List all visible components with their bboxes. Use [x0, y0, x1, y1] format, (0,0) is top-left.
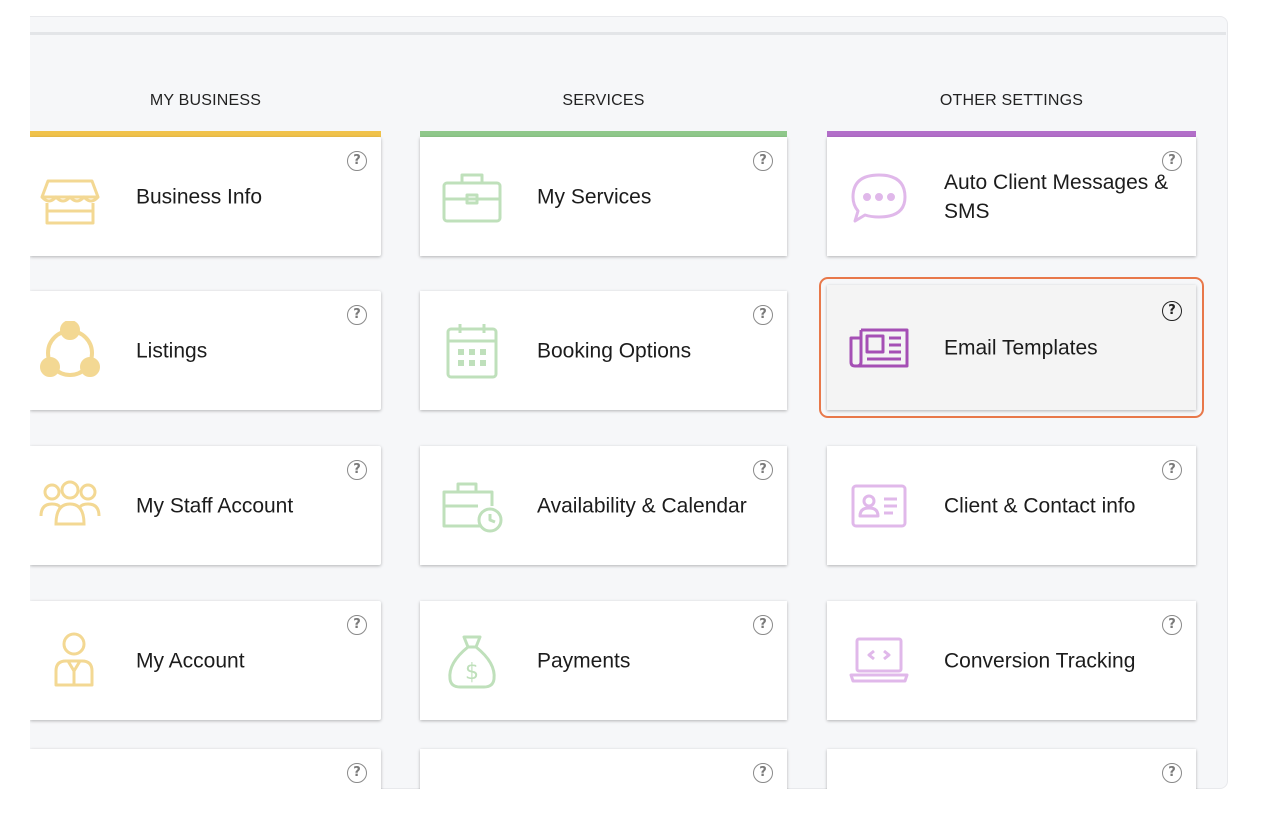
- column-header-other-settings: OTHER SETTINGS: [939, 92, 1084, 109]
- card-label: Auto Client Messages & SMS: [944, 170, 1169, 223]
- panel-divider: [30, 32, 1226, 35]
- network-icon: [38, 320, 102, 381]
- card-conversion-tracking[interactable]: Conversion Tracking ?: [827, 601, 1196, 720]
- person-icon: [38, 631, 102, 691]
- card-booking-options[interactable]: Booking Options ?: [420, 291, 787, 410]
- card-my-services[interactable]: My Services ?: [420, 137, 787, 256]
- card-listings[interactable]: Listings ?: [30, 291, 381, 410]
- card-payments[interactable]: $ Payments ?: [420, 601, 787, 720]
- card-availability-calendar[interactable]: Availability & Calendar ?: [420, 446, 787, 565]
- card-label: Payments: [537, 649, 631, 672]
- card-my-account[interactable]: My Account ?: [30, 601, 381, 720]
- card-my-staff-account[interactable]: My Staff Account ?: [30, 446, 381, 565]
- page-left-margin: [0, 0, 30, 814]
- laptop-code-icon: [847, 631, 911, 691]
- card-label: Booking Options: [537, 339, 692, 362]
- help-icon[interactable]: ?: [753, 615, 773, 635]
- help-icon[interactable]: ?: [1162, 301, 1182, 321]
- help-icon[interactable]: ?: [1162, 460, 1182, 480]
- help-icon[interactable]: ?: [347, 460, 367, 480]
- newspaper-icon: [847, 318, 911, 378]
- help-icon[interactable]: ?: [1162, 615, 1182, 635]
- help-icon[interactable]: ?: [1162, 763, 1182, 783]
- briefcase-clock-icon: [440, 476, 504, 536]
- money-bag-icon: $: [440, 631, 504, 691]
- help-icon[interactable]: ?: [753, 151, 773, 171]
- card-label: My Services: [537, 185, 652, 208]
- card-label: Business Info: [136, 185, 263, 208]
- card-label: Availability & Calendar: [537, 494, 747, 517]
- card-auto-client-messages[interactable]: Auto Client Messages & SMS ?: [827, 137, 1196, 256]
- column-header-my-business: MY BUSINESS: [149, 92, 262, 109]
- svg-text:$: $: [465, 660, 479, 685]
- card-label: My Staff Account: [136, 494, 294, 517]
- help-icon[interactable]: ?: [347, 305, 367, 325]
- storefront-icon: [38, 167, 102, 227]
- column-header-services: SERVICES: [562, 92, 645, 109]
- help-icon[interactable]: ?: [753, 305, 773, 325]
- help-icon[interactable]: ?: [347, 615, 367, 635]
- team-icon: [38, 476, 102, 536]
- card-label: Email Templates: [944, 336, 1098, 359]
- card-label: Client & Contact info: [944, 494, 1136, 517]
- help-icon[interactable]: ?: [347, 151, 367, 171]
- card-client-contact-info[interactable]: Client & Contact info ?: [827, 446, 1196, 565]
- id-card-icon: [847, 476, 911, 536]
- help-icon[interactable]: ?: [753, 763, 773, 783]
- card-label: My Account: [136, 649, 245, 672]
- card-label: Conversion Tracking: [944, 649, 1136, 672]
- help-icon[interactable]: ?: [753, 460, 773, 480]
- briefcase-icon: [440, 167, 504, 227]
- card-business-info[interactable]: Business Info ?: [30, 137, 381, 256]
- chat-bubble-icon: [847, 167, 911, 227]
- calendar-icon: [440, 321, 504, 381]
- card-label: Listings: [136, 339, 208, 362]
- help-icon[interactable]: ?: [347, 763, 367, 783]
- page-bottom-margin: [0, 789, 1268, 814]
- card-email-templates[interactable]: Email Templates ?: [827, 285, 1196, 410]
- help-icon[interactable]: ?: [1162, 151, 1182, 171]
